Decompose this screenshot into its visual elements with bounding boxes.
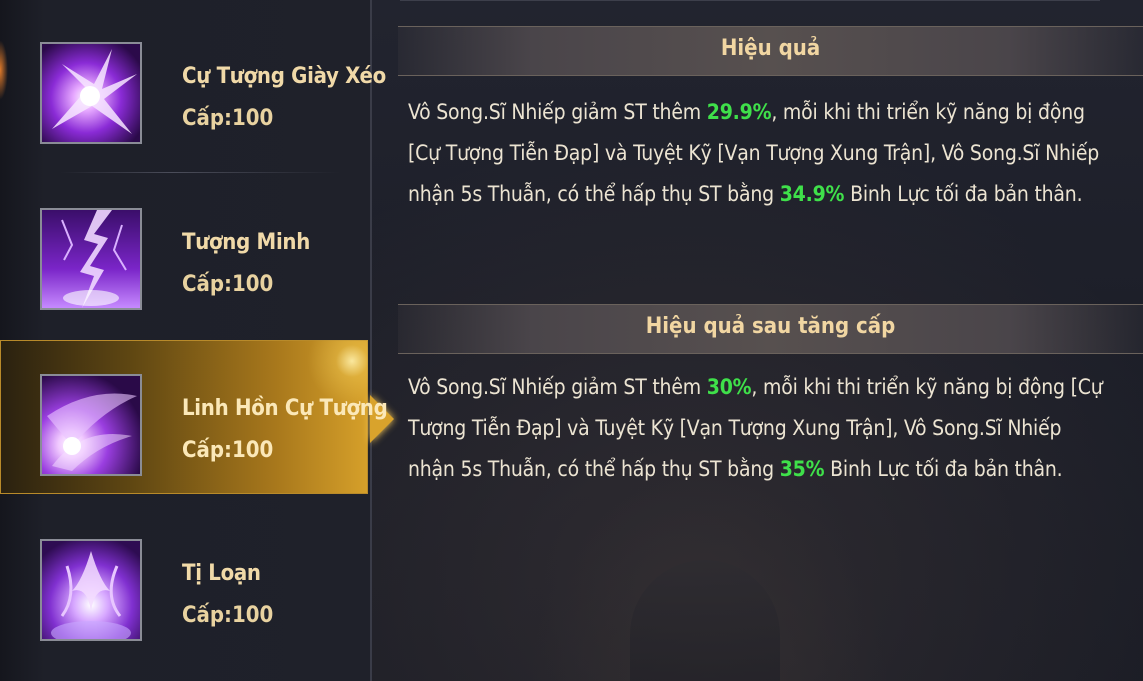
skill-item-ti-loan[interactable]: Tị Loạn Cấp:100: [0, 505, 368, 665]
skill-item-linh-hon-cu-tuong[interactable]: Linh Hồn Cự Tượng Cấp:100: [0, 340, 394, 494]
top-divider: [400, 0, 1100, 1]
skill-name: Tượng Minh: [182, 230, 311, 255]
skill-level: Cấp:100: [182, 603, 274, 628]
purple-spirit-swirl-icon: [40, 374, 142, 476]
purple-flame-orb-icon: [40, 539, 142, 641]
effect-title: Hiệu quả: [720, 36, 821, 61]
effect-value: 29.9%: [706, 100, 772, 124]
effect-header: Hiệu quả: [398, 26, 1143, 76]
upgrade-effect-value: 30%: [706, 375, 752, 399]
upgrade-effect-title: Hiệu quả sau tăng cấp: [645, 314, 896, 339]
skill-item-tuong-minh[interactable]: Tượng Minh Cấp:100: [0, 172, 368, 332]
skill-level: Cấp:100: [182, 272, 274, 297]
upgrade-effect-value: 35%: [779, 457, 825, 481]
skill-list: Cự Tượng Giày Xéo Cấp:100 Tượng Minh Cấp…: [0, 0, 394, 681]
upgrade-effect-header: Hiệu quả sau tăng cấp: [398, 304, 1143, 354]
skill-level: Cấp:100: [182, 106, 274, 131]
skill-name: Linh Hồn Cự Tượng: [182, 396, 388, 421]
effect-text: Vô Song.Sĩ Nhiếp giảm ST thêm: [408, 100, 707, 124]
skill-detail-panel: Hiệu quả Vô Song.Sĩ Nhiếp giảm ST thêm 2…: [380, 0, 1143, 681]
skill-item-cu-tuong-giay-xeo[interactable]: Cự Tượng Giày Xéo Cấp:100: [0, 0, 386, 160]
effect-value: 34.9%: [779, 182, 845, 206]
skill-name: Tị Loạn: [182, 561, 261, 586]
effect-description: Vô Song.Sĩ Nhiếp giảm ST thêm 29.9%, mỗi…: [408, 92, 1108, 215]
skill-level: Cấp:100: [182, 438, 274, 463]
skill-detail-screen: Cự Tượng Giày Xéo Cấp:100 Tượng Minh Cấp…: [0, 0, 1143, 681]
skill-name: Cự Tượng Giày Xéo: [182, 64, 386, 89]
effect-text: Binh Lực tối đa bản thân.: [844, 182, 1083, 206]
purple-claw-burst-icon: [40, 42, 142, 144]
upgrade-effect-text: Vô Song.Sĩ Nhiếp giảm ST thêm: [408, 375, 707, 399]
upgrade-effect-description: Vô Song.Sĩ Nhiếp giảm ST thêm 30%, mỗi k…: [408, 367, 1108, 490]
upgrade-effect-text: Binh Lực tối đa bản thân.: [824, 457, 1063, 481]
purple-lightning-icon: [40, 208, 142, 310]
